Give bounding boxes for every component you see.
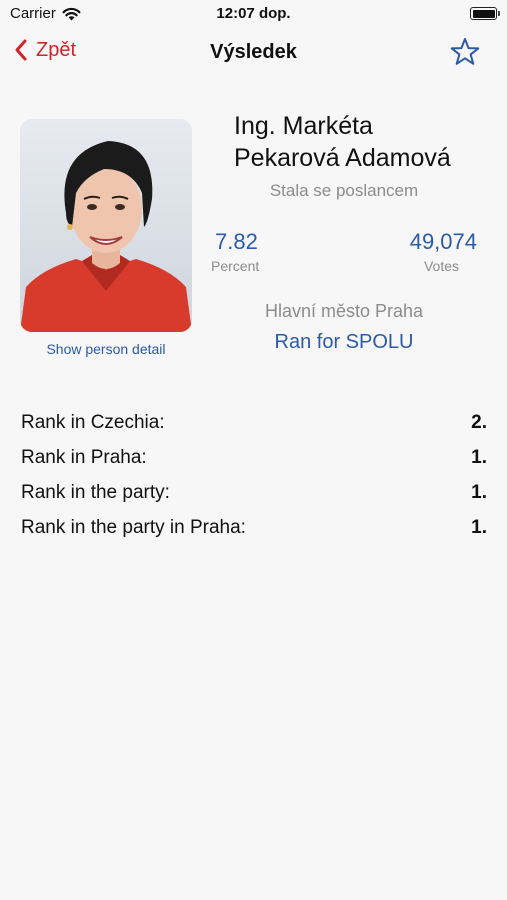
- favorite-button[interactable]: [449, 36, 481, 73]
- person-name: Ing. Markéta Pekarová Adamová: [234, 110, 494, 174]
- rank-label: Rank in Czechia:: [21, 411, 165, 433]
- rank-value: 2.: [471, 411, 487, 433]
- clock: 12:07 dop.: [216, 5, 291, 22]
- rank-list: Rank in Czechia: 2. Rank in Praha: 1. Ra…: [21, 405, 487, 545]
- person-name-line1: Ing. Markéta: [234, 112, 373, 140]
- votes-label: Votes: [423, 258, 459, 274]
- rank-row-czechia: Rank in Czechia: 2.: [21, 405, 487, 440]
- battery-icon: [470, 7, 500, 20]
- rank-row-party-region: Rank in the party in Praha: 1.: [21, 510, 487, 545]
- rank-value: 1.: [471, 481, 487, 503]
- navigation-bar: Zpět Výsledek: [0, 32, 507, 76]
- person-photo: [20, 119, 192, 332]
- rank-value: 1.: [471, 446, 487, 468]
- rank-row-party: Rank in the party: 1.: [21, 475, 487, 510]
- percent-value: 7.82: [215, 229, 258, 254]
- person-name-line2: Pekarová Adamová: [234, 144, 451, 172]
- portrait-image: [20, 119, 192, 332]
- page-title: Výsledek: [210, 41, 297, 63]
- election-status: Stala se poslancem: [269, 181, 419, 200]
- party-link[interactable]: Ran for SPOLU: [220, 331, 468, 354]
- percent-label: Percent: [211, 258, 260, 274]
- rank-label: Rank in the party:: [21, 481, 170, 503]
- show-person-detail-link[interactable]: Show person detail: [20, 341, 192, 357]
- rank-value: 1.: [471, 516, 487, 538]
- rank-label: Rank in Praha:: [21, 446, 147, 468]
- rank-label: Rank in the party in Praha:: [21, 516, 246, 538]
- status-bar: Carrier 12:07 dop.: [0, 0, 507, 28]
- region-name: Hlavní město Praha: [264, 301, 424, 321]
- star-icon: [450, 38, 480, 65]
- votes-value: 49,074: [409, 229, 477, 254]
- rank-row-region: Rank in Praha: 1.: [21, 440, 487, 475]
